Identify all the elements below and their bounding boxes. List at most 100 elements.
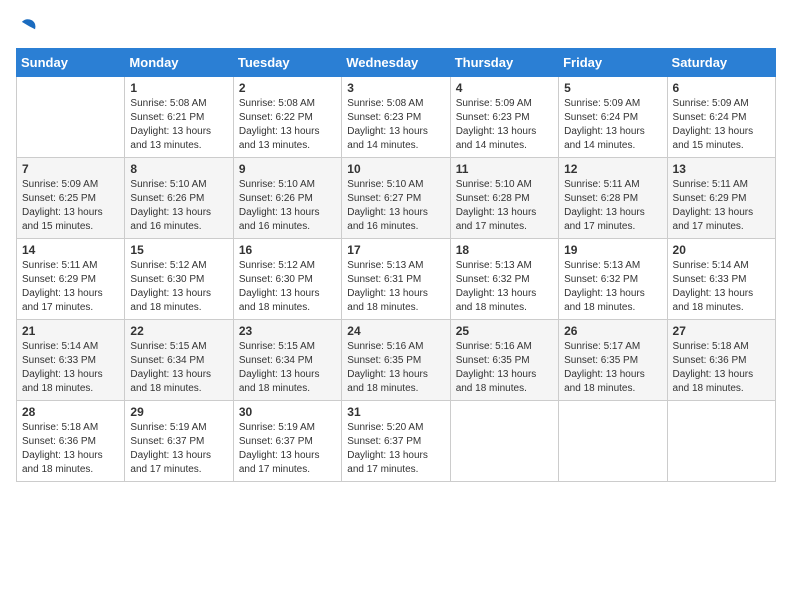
day-info: Sunrise: 5:14 AM Sunset: 6:33 PM Dayligh… — [673, 259, 770, 315]
day-info: Sunrise: 5:15 AM Sunset: 6:34 PM Dayligh… — [239, 340, 336, 396]
calendar-cell: 2 Sunrise: 5:08 AM Sunset: 6:22 PM Daylig… — [233, 77, 341, 158]
day-info: Sunrise: 5:11 AM Sunset: 6:29 PM Dayligh… — [22, 259, 119, 315]
calendar-cell — [17, 77, 125, 158]
day-number: 6 — [673, 81, 770, 95]
logo-icon — [16, 16, 38, 38]
calendar-cell: 7Sunrise: 5:09 AM Sunset: 6:25 PM Daylig… — [17, 158, 125, 239]
day-number: 11 — [456, 162, 553, 176]
calendar-cell: 4Sunrise: 5:09 AM Sunset: 6:23 PM Daylig… — [450, 77, 558, 158]
weekday-monday: Monday — [125, 49, 233, 77]
day-number: 21 — [22, 324, 119, 338]
calendar-cell: 16Sunrise: 5:12 AM Sunset: 6:30 PM Dayli… — [233, 239, 341, 320]
day-info: Sunrise: 5:15 AM Sunset: 6:34 PM Dayligh… — [130, 340, 227, 396]
day-info: Sunrise: 5:17 AM Sunset: 6:35 PM Dayligh… — [564, 340, 661, 396]
week-row-3: 14 Sunrise: 5:11 AM Sunset: 6:29 PM Dayli… — [17, 239, 776, 320]
day-number: 19 — [564, 243, 661, 257]
weekday-wednesday: Wednesday — [342, 49, 450, 77]
calendar-cell: 31 Sunrise: 5:20 AM Sunset: 6:37 PM Dayli… — [342, 401, 450, 482]
day-info: Sunrise: 5:10 AM Sunset: 6:26 PM Dayligh… — [239, 178, 336, 234]
day-number: 12 — [564, 162, 661, 176]
day-info: Sunrise: 5:19 AM Sunset: 6:37 PM Dayligh… — [239, 421, 336, 477]
day-info: Sunrise: 5:14 AM Sunset: 6:33 PM Dayligh… — [22, 340, 119, 396]
day-info: Sunrise: 5:09 AM Sunset: 6:25 PM Dayligh… — [22, 178, 119, 234]
day-number: 28 — [22, 405, 119, 419]
calendar-cell: 18Sunrise: 5:13 AM Sunset: 6:32 PM Dayli… — [450, 239, 558, 320]
calendar-cell: 1 Sunrise: 5:08 AM Sunset: 6:21 PM Daylig… — [125, 77, 233, 158]
calendar-cell: 25 Sunrise: 5:16 AM Sunset: 6:35 PM Dayli… — [450, 320, 558, 401]
calendar-table: SundayMondayTuesdayWednesdayThursdayFrid… — [16, 48, 776, 482]
day-info: Sunrise: 5:10 AM Sunset: 6:27 PM Dayligh… — [347, 178, 444, 234]
day-number: 5 — [564, 81, 661, 95]
weekday-friday: Friday — [559, 49, 667, 77]
calendar-cell: 11 Sunrise: 5:10 AM Sunset: 6:28 PM Dayli… — [450, 158, 558, 239]
day-info: Sunrise: 5:11 AM Sunset: 6:29 PM Dayligh… — [673, 178, 770, 234]
calendar-cell: 9 Sunrise: 5:10 AM Sunset: 6:26 PM Daylig… — [233, 158, 341, 239]
calendar-cell — [667, 401, 775, 482]
calendar-cell: 21 Sunrise: 5:14 AM Sunset: 6:33 PM Dayli… — [17, 320, 125, 401]
day-info: Sunrise: 5:10 AM Sunset: 6:26 PM Dayligh… — [130, 178, 227, 234]
week-row-1: 1 Sunrise: 5:08 AM Sunset: 6:21 PM Daylig… — [17, 77, 776, 158]
day-info: Sunrise: 5:13 AM Sunset: 6:31 PM Dayligh… — [347, 259, 444, 315]
calendar-cell: 22 Sunrise: 5:15 AM Sunset: 6:34 PM Dayli… — [125, 320, 233, 401]
calendar-cell: 14 Sunrise: 5:11 AM Sunset: 6:29 PM Dayli… — [17, 239, 125, 320]
calendar-cell — [559, 401, 667, 482]
day-info: Sunrise: 5:20 AM Sunset: 6:37 PM Dayligh… — [347, 421, 444, 477]
calendar-cell: 26 Sunrise: 5:17 AM Sunset: 6:35 PM Dayli… — [559, 320, 667, 401]
calendar-cell: 30Sunrise: 5:19 AM Sunset: 6:37 PM Dayli… — [233, 401, 341, 482]
day-info: Sunrise: 5:09 AM Sunset: 6:24 PM Dayligh… — [564, 97, 661, 153]
calendar-cell: 10Sunrise: 5:10 AM Sunset: 6:27 PM Dayli… — [342, 158, 450, 239]
day-info: Sunrise: 5:08 AM Sunset: 6:21 PM Dayligh… — [130, 97, 227, 153]
header — [16, 16, 776, 38]
week-row-4: 21 Sunrise: 5:14 AM Sunset: 6:33 PM Dayli… — [17, 320, 776, 401]
day-number: 8 — [130, 162, 227, 176]
day-number: 9 — [239, 162, 336, 176]
day-info: Sunrise: 5:16 AM Sunset: 6:35 PM Dayligh… — [456, 340, 553, 396]
calendar-cell: 29 Sunrise: 5:19 AM Sunset: 6:37 PM Dayli… — [125, 401, 233, 482]
day-info: Sunrise: 5:10 AM Sunset: 6:28 PM Dayligh… — [456, 178, 553, 234]
day-info: Sunrise: 5:09 AM Sunset: 6:23 PM Dayligh… — [456, 97, 553, 153]
day-number: 2 — [239, 81, 336, 95]
weekday-sunday: Sunday — [17, 49, 125, 77]
calendar-cell: 27 Sunrise: 5:18 AM Sunset: 6:36 PM Dayli… — [667, 320, 775, 401]
calendar-cell: 5 Sunrise: 5:09 AM Sunset: 6:24 PM Daylig… — [559, 77, 667, 158]
day-info: Sunrise: 5:18 AM Sunset: 6:36 PM Dayligh… — [22, 421, 119, 477]
day-info: Sunrise: 5:18 AM Sunset: 6:36 PM Dayligh… — [673, 340, 770, 396]
day-number: 29 — [130, 405, 227, 419]
day-number: 25 — [456, 324, 553, 338]
day-number: 3 — [347, 81, 444, 95]
day-number: 27 — [673, 324, 770, 338]
day-number: 23 — [239, 324, 336, 338]
day-number: 15 — [130, 243, 227, 257]
weekday-saturday: Saturday — [667, 49, 775, 77]
day-info: Sunrise: 5:08 AM Sunset: 6:23 PM Dayligh… — [347, 97, 444, 153]
calendar-cell: 20 Sunrise: 5:14 AM Sunset: 6:33 PM Dayli… — [667, 239, 775, 320]
calendar-cell: 15Sunrise: 5:12 AM Sunset: 6:30 PM Dayli… — [125, 239, 233, 320]
day-number: 17 — [347, 243, 444, 257]
day-number: 24 — [347, 324, 444, 338]
day-number: 22 — [130, 324, 227, 338]
day-number: 1 — [130, 81, 227, 95]
day-number: 26 — [564, 324, 661, 338]
day-info: Sunrise: 5:13 AM Sunset: 6:32 PM Dayligh… — [564, 259, 661, 315]
logo — [16, 16, 42, 38]
weekday-header: SundayMondayTuesdayWednesdayThursdayFrid… — [17, 49, 776, 77]
day-number: 18 — [456, 243, 553, 257]
week-row-2: 7Sunrise: 5:09 AM Sunset: 6:25 PM Daylig… — [17, 158, 776, 239]
day-number: 31 — [347, 405, 444, 419]
day-info: Sunrise: 5:19 AM Sunset: 6:37 PM Dayligh… — [130, 421, 227, 477]
day-info: Sunrise: 5:11 AM Sunset: 6:28 PM Dayligh… — [564, 178, 661, 234]
calendar-cell: 8 Sunrise: 5:10 AM Sunset: 6:26 PM Daylig… — [125, 158, 233, 239]
calendar-cell: 19 Sunrise: 5:13 AM Sunset: 6:32 PM Dayli… — [559, 239, 667, 320]
day-number: 14 — [22, 243, 119, 257]
day-info: Sunrise: 5:08 AM Sunset: 6:22 PM Dayligh… — [239, 97, 336, 153]
weekday-tuesday: Tuesday — [233, 49, 341, 77]
calendar-cell: 6Sunrise: 5:09 AM Sunset: 6:24 PM Daylig… — [667, 77, 775, 158]
day-number: 16 — [239, 243, 336, 257]
weekday-thursday: Thursday — [450, 49, 558, 77]
calendar-cell: 28 Sunrise: 5:18 AM Sunset: 6:36 PM Dayli… — [17, 401, 125, 482]
calendar-cell: 23 Sunrise: 5:15 AM Sunset: 6:34 PM Dayli… — [233, 320, 341, 401]
calendar-body: 1 Sunrise: 5:08 AM Sunset: 6:21 PM Daylig… — [17, 77, 776, 482]
day-number: 20 — [673, 243, 770, 257]
day-number: 13 — [673, 162, 770, 176]
calendar-cell: 12 Sunrise: 5:11 AM Sunset: 6:28 PM Dayli… — [559, 158, 667, 239]
